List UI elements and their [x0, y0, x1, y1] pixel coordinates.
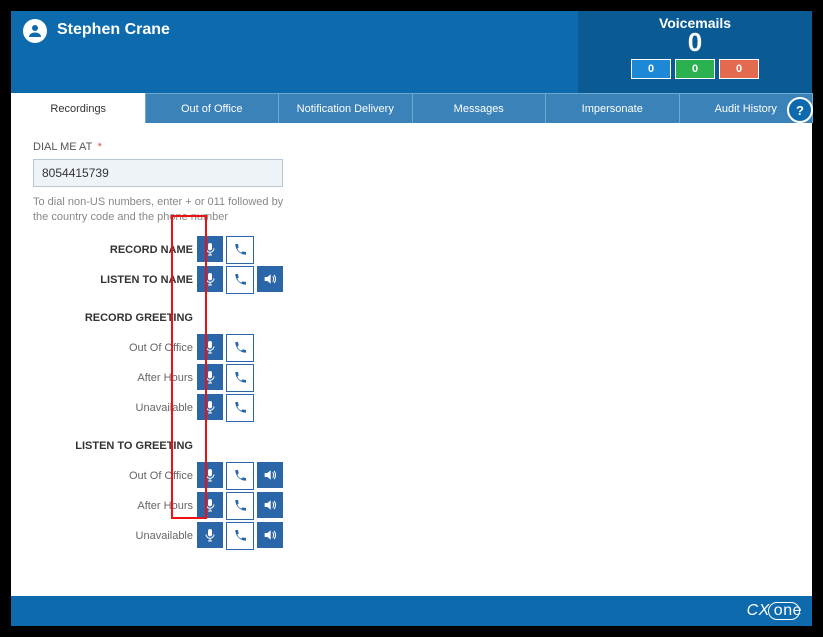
mic-icon	[202, 497, 218, 513]
listen-to-name-label: LISTEN TO NAME	[33, 274, 197, 286]
listen-unavailable-phone-button[interactable]	[226, 522, 254, 550]
phone-icon	[232, 528, 248, 544]
user-name: Stephen Crane	[57, 21, 170, 39]
brand-cx: CX	[747, 602, 770, 620]
tab-notification-delivery[interactable]: Notification Delivery	[278, 93, 413, 123]
dial-me-at-label: DIAL ME AT	[33, 141, 92, 153]
speaker-icon	[262, 527, 278, 543]
listen-afterhours-mic-button[interactable]	[197, 492, 223, 518]
listen-name-mic-button[interactable]	[197, 266, 223, 292]
mic-icon	[202, 527, 218, 543]
main-content: DIAL ME AT * To dial non-US numbers, ent…	[11, 123, 812, 596]
phone-icon	[232, 340, 248, 356]
listen-to-greeting-label: LISTEN TO GREETING	[33, 440, 197, 452]
speaker-icon	[262, 271, 278, 287]
listen-greeting-unavailable-label: Unavailable	[33, 530, 197, 542]
record-name-label: RECORD NAME	[33, 244, 197, 256]
mic-icon	[202, 467, 218, 483]
speaker-icon	[262, 467, 278, 483]
record-name-mic-button[interactable]	[197, 236, 223, 262]
record-ooo-phone-button[interactable]	[226, 334, 254, 362]
speaker-icon	[262, 497, 278, 513]
record-ooo-mic-button[interactable]	[197, 334, 223, 360]
footer-bar: CXone	[11, 596, 812, 626]
record-greeting-after-hours-label: After Hours	[33, 372, 197, 384]
record-unavailable-mic-button[interactable]	[197, 394, 223, 420]
listen-greeting-after-hours-label: After Hours	[33, 500, 197, 512]
record-greeting-unavailable-label: Unavailable	[33, 402, 197, 414]
dial-hint: To dial non-US numbers, enter + or 011 f…	[33, 195, 293, 225]
phone-icon	[232, 400, 248, 416]
cloud-icon	[768, 602, 800, 620]
tab-out-of-office[interactable]: Out of Office	[145, 93, 280, 123]
record-unavailable-phone-button[interactable]	[226, 394, 254, 422]
listen-afterhours-phone-button[interactable]	[226, 492, 254, 520]
phone-icon	[232, 370, 248, 386]
listen-ooo-speaker-button[interactable]	[257, 462, 283, 488]
tab-impersonate[interactable]: Impersonate	[545, 93, 680, 123]
tab-messages[interactable]: Messages	[412, 93, 547, 123]
record-afterhours-mic-button[interactable]	[197, 364, 223, 390]
voicemail-badge-saved[interactable]: 0	[675, 59, 715, 79]
listen-afterhours-speaker-button[interactable]	[257, 492, 283, 518]
dial-me-at-input[interactable]	[33, 159, 283, 187]
voicemail-panel: Voicemails 0 0 0 0	[578, 11, 812, 93]
listen-ooo-mic-button[interactable]	[197, 462, 223, 488]
mic-icon	[202, 399, 218, 415]
mic-icon	[202, 339, 218, 355]
record-afterhours-phone-button[interactable]	[226, 364, 254, 392]
user-icon	[26, 22, 44, 40]
listen-ooo-phone-button[interactable]	[226, 462, 254, 490]
help-icon[interactable]: ?	[787, 97, 813, 123]
listen-unavailable-speaker-button[interactable]	[257, 522, 283, 548]
voicemail-badge-new[interactable]: 0	[631, 59, 671, 79]
voicemail-badge-urgent[interactable]: 0	[719, 59, 759, 79]
record-greeting-ooo-label: Out Of Office	[33, 342, 197, 354]
phone-icon	[232, 242, 248, 258]
mic-icon	[202, 241, 218, 257]
mic-icon	[202, 369, 218, 385]
listen-greeting-ooo-label: Out Of Office	[33, 470, 197, 482]
phone-icon	[232, 498, 248, 514]
listen-name-phone-button[interactable]	[226, 266, 254, 294]
record-greeting-label: RECORD GREETING	[33, 312, 197, 324]
listen-unavailable-mic-button[interactable]	[197, 522, 223, 548]
brand-logo: CXone	[747, 602, 802, 620]
mic-icon	[202, 271, 218, 287]
listen-name-speaker-button[interactable]	[257, 266, 283, 292]
voicemails-count: 0	[688, 29, 702, 55]
record-name-phone-button[interactable]	[226, 236, 254, 264]
phone-icon	[232, 272, 248, 288]
phone-icon	[232, 468, 248, 484]
tab-bar: Recordings Out of Office Notification De…	[11, 93, 812, 123]
tab-recordings[interactable]: Recordings	[11, 93, 146, 123]
required-mark: *	[98, 141, 102, 153]
header-bar: Stephen Crane Voicemails 0 0 0 0	[11, 11, 812, 93]
avatar	[23, 19, 47, 43]
